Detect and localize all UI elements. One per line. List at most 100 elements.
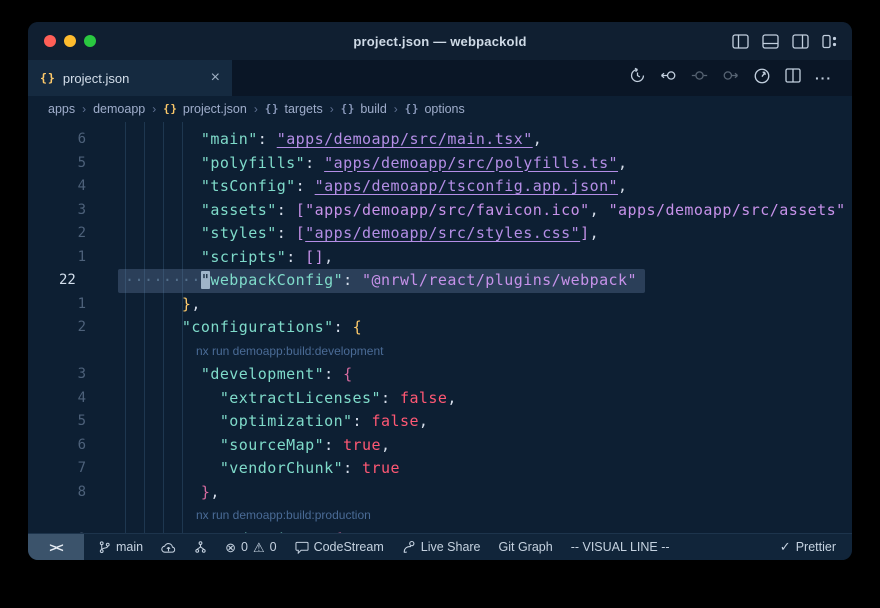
code-text: "extractLicenses": false,: [28, 387, 457, 411]
breadcrumb-item-build[interactable]: {}build: [341, 102, 387, 116]
source-control-graph-item[interactable]: [194, 540, 207, 554]
next-change-icon[interactable]: [722, 67, 739, 89]
customize-layout-icon[interactable]: [822, 34, 838, 49]
code-text: "main": "apps/demoapp/src/main.tsx",: [28, 128, 542, 152]
zoom-window-button[interactable]: [84, 35, 96, 47]
token-bool: false: [372, 412, 419, 430]
token-bool: true: [343, 436, 381, 454]
breadcrumb-item-targets[interactable]: {} targets: [265, 102, 323, 116]
code-line[interactable]: 5 "polyfills": "apps/demoapp/src/polyfil…: [28, 152, 852, 176]
code-line[interactable]: 8 },: [28, 481, 852, 505]
code-line[interactable]: 6 "sourceMap": true,: [28, 434, 852, 458]
tab-close-icon[interactable]: ×: [211, 70, 220, 86]
line-number: 7: [28, 457, 86, 481]
breadcrumb-separator: ›: [394, 102, 398, 116]
code-line[interactable]: 7 "vendorChunk": true: [28, 457, 852, 481]
token-link: "apps/demoapp/src/main.tsx": [277, 130, 533, 148]
status-bar: >< main ⊗ 0 ⚠ 0: [28, 533, 852, 560]
token-key: "tsConfig": [201, 177, 296, 195]
code-line-current[interactable]: 22········"webpackConfig": "@nrwl/react/…: [28, 269, 852, 293]
line-number: 4: [28, 175, 86, 199]
token-pun: :: [353, 412, 372, 430]
prettier-label: Prettier: [796, 540, 836, 554]
titlebar: project.json — webpackold: [28, 22, 852, 60]
token-ws: [125, 224, 201, 242]
token-pbr: {: [343, 365, 352, 383]
code-line[interactable]: 4 "extractLicenses": false,: [28, 387, 852, 411]
token-pun: ,: [618, 177, 627, 195]
traffic-lights: [44, 22, 96, 60]
line-number: 5: [28, 152, 86, 176]
editor[interactable]: 6 "main": "apps/demoapp/src/main.tsx",5 …: [28, 122, 852, 533]
problems-indicator[interactable]: ⊗ 0 ⚠ 0: [225, 540, 276, 554]
token-key: "main": [201, 130, 258, 148]
tab-project-json[interactable]: {} project.json ×: [28, 60, 232, 96]
token-ws: [125, 248, 201, 266]
git-branch-item[interactable]: main: [98, 540, 143, 554]
codelens-text[interactable]: nx run demoapp:build:development: [196, 344, 383, 358]
token-pun: :: [334, 318, 353, 336]
token-pun: ,: [210, 483, 219, 501]
code-text: "assets": ["apps/demoapp/src/favicon.ico…: [28, 199, 846, 223]
token-pun: :: [343, 271, 362, 289]
timeline-history-icon[interactable]: [629, 67, 646, 89]
line-number: 1: [28, 246, 86, 270]
codelens-nx-run[interactable]: nx run demoapp:build:development: [28, 340, 852, 364]
run-task-icon[interactable]: [753, 67, 771, 90]
line-number: 22: [28, 269, 86, 293]
code-line[interactable]: 6 "main": "apps/demoapp/src/main.tsx",: [28, 128, 852, 152]
json-braces-icon: {}: [341, 103, 356, 115]
token-dots: ········: [125, 271, 201, 289]
code-line[interactable]: 2 "configurations": {: [28, 316, 852, 340]
remote-indicator[interactable]: ><: [28, 534, 84, 561]
toggle-sidebar-icon[interactable]: [732, 34, 749, 49]
code-line[interactable]: 3 "assets": ["apps/demoapp/src/favicon.i…: [28, 199, 852, 223]
line-number: 2: [28, 222, 86, 246]
token-ybr: {: [353, 318, 362, 336]
breadcrumb: apps›demoapp›{}project.json›{}targets›{}…: [28, 96, 852, 122]
split-editor-icon[interactable]: [785, 68, 801, 88]
code-line[interactable]: 3 "development": {: [28, 363, 852, 387]
code-line[interactable]: 5 "optimization": false,: [28, 410, 852, 434]
close-window-button[interactable]: [44, 35, 56, 47]
json-braces-icon: {}: [265, 103, 280, 115]
more-actions-icon[interactable]: ···: [815, 70, 832, 86]
line-number: 4: [28, 387, 86, 411]
breadcrumb-item-project-json[interactable]: {}project.json: [163, 102, 247, 116]
compare-change-icon[interactable]: [691, 67, 708, 89]
prettier-item[interactable]: ✓ Prettier: [780, 540, 836, 554]
previous-change-icon[interactable]: [660, 67, 677, 89]
breadcrumb-label: targets: [284, 102, 322, 116]
breadcrumb-label: demoapp: [93, 102, 145, 116]
code-line[interactable]: 1 "scripts": [],: [28, 246, 852, 270]
git-branch-icon: [98, 540, 111, 554]
branch-name: main: [116, 540, 143, 554]
sync-changes-item[interactable]: [161, 541, 176, 554]
code-line[interactable]: 1 },: [28, 293, 852, 317]
token-ws: [125, 389, 220, 407]
token-link: "apps/demoapp/src/styles.css": [305, 224, 580, 242]
comment-bubble-icon: [295, 541, 309, 554]
toggle-panel-icon[interactable]: [762, 34, 779, 49]
token-pun: ,: [533, 130, 542, 148]
token-pun: :: [286, 248, 305, 266]
breadcrumb-item-apps[interactable]: apps: [48, 102, 75, 116]
live-share-item[interactable]: Live Share: [402, 540, 481, 554]
json-braces-icon: {}: [163, 103, 178, 115]
git-graph-item[interactable]: Git Graph: [499, 540, 553, 554]
error-icon: ⊗: [225, 541, 236, 554]
token-ws: [125, 177, 201, 195]
breadcrumb-item-options[interactable]: {}options: [405, 102, 465, 116]
token-pun: ,: [191, 295, 200, 313]
token-pun: :: [381, 389, 400, 407]
vim-block-cursor: ": [201, 271, 210, 289]
codelens-nx-run[interactable]: nx run demoapp:build:production: [28, 504, 852, 528]
codelens-text[interactable]: nx run demoapp:build:production: [196, 508, 371, 522]
codestream-item[interactable]: CodeStream: [295, 540, 384, 554]
minimize-window-button[interactable]: [64, 35, 76, 47]
code-line[interactable]: 2 "styles": ["apps/demoapp/src/styles.cs…: [28, 222, 852, 246]
toggle-secondary-sidebar-icon[interactable]: [792, 34, 809, 49]
token-key: "styles": [201, 224, 277, 242]
code-line[interactable]: 4 "tsConfig": "apps/demoapp/tsconfig.app…: [28, 175, 852, 199]
breadcrumb-item-demoapp[interactable]: demoapp: [93, 102, 145, 116]
